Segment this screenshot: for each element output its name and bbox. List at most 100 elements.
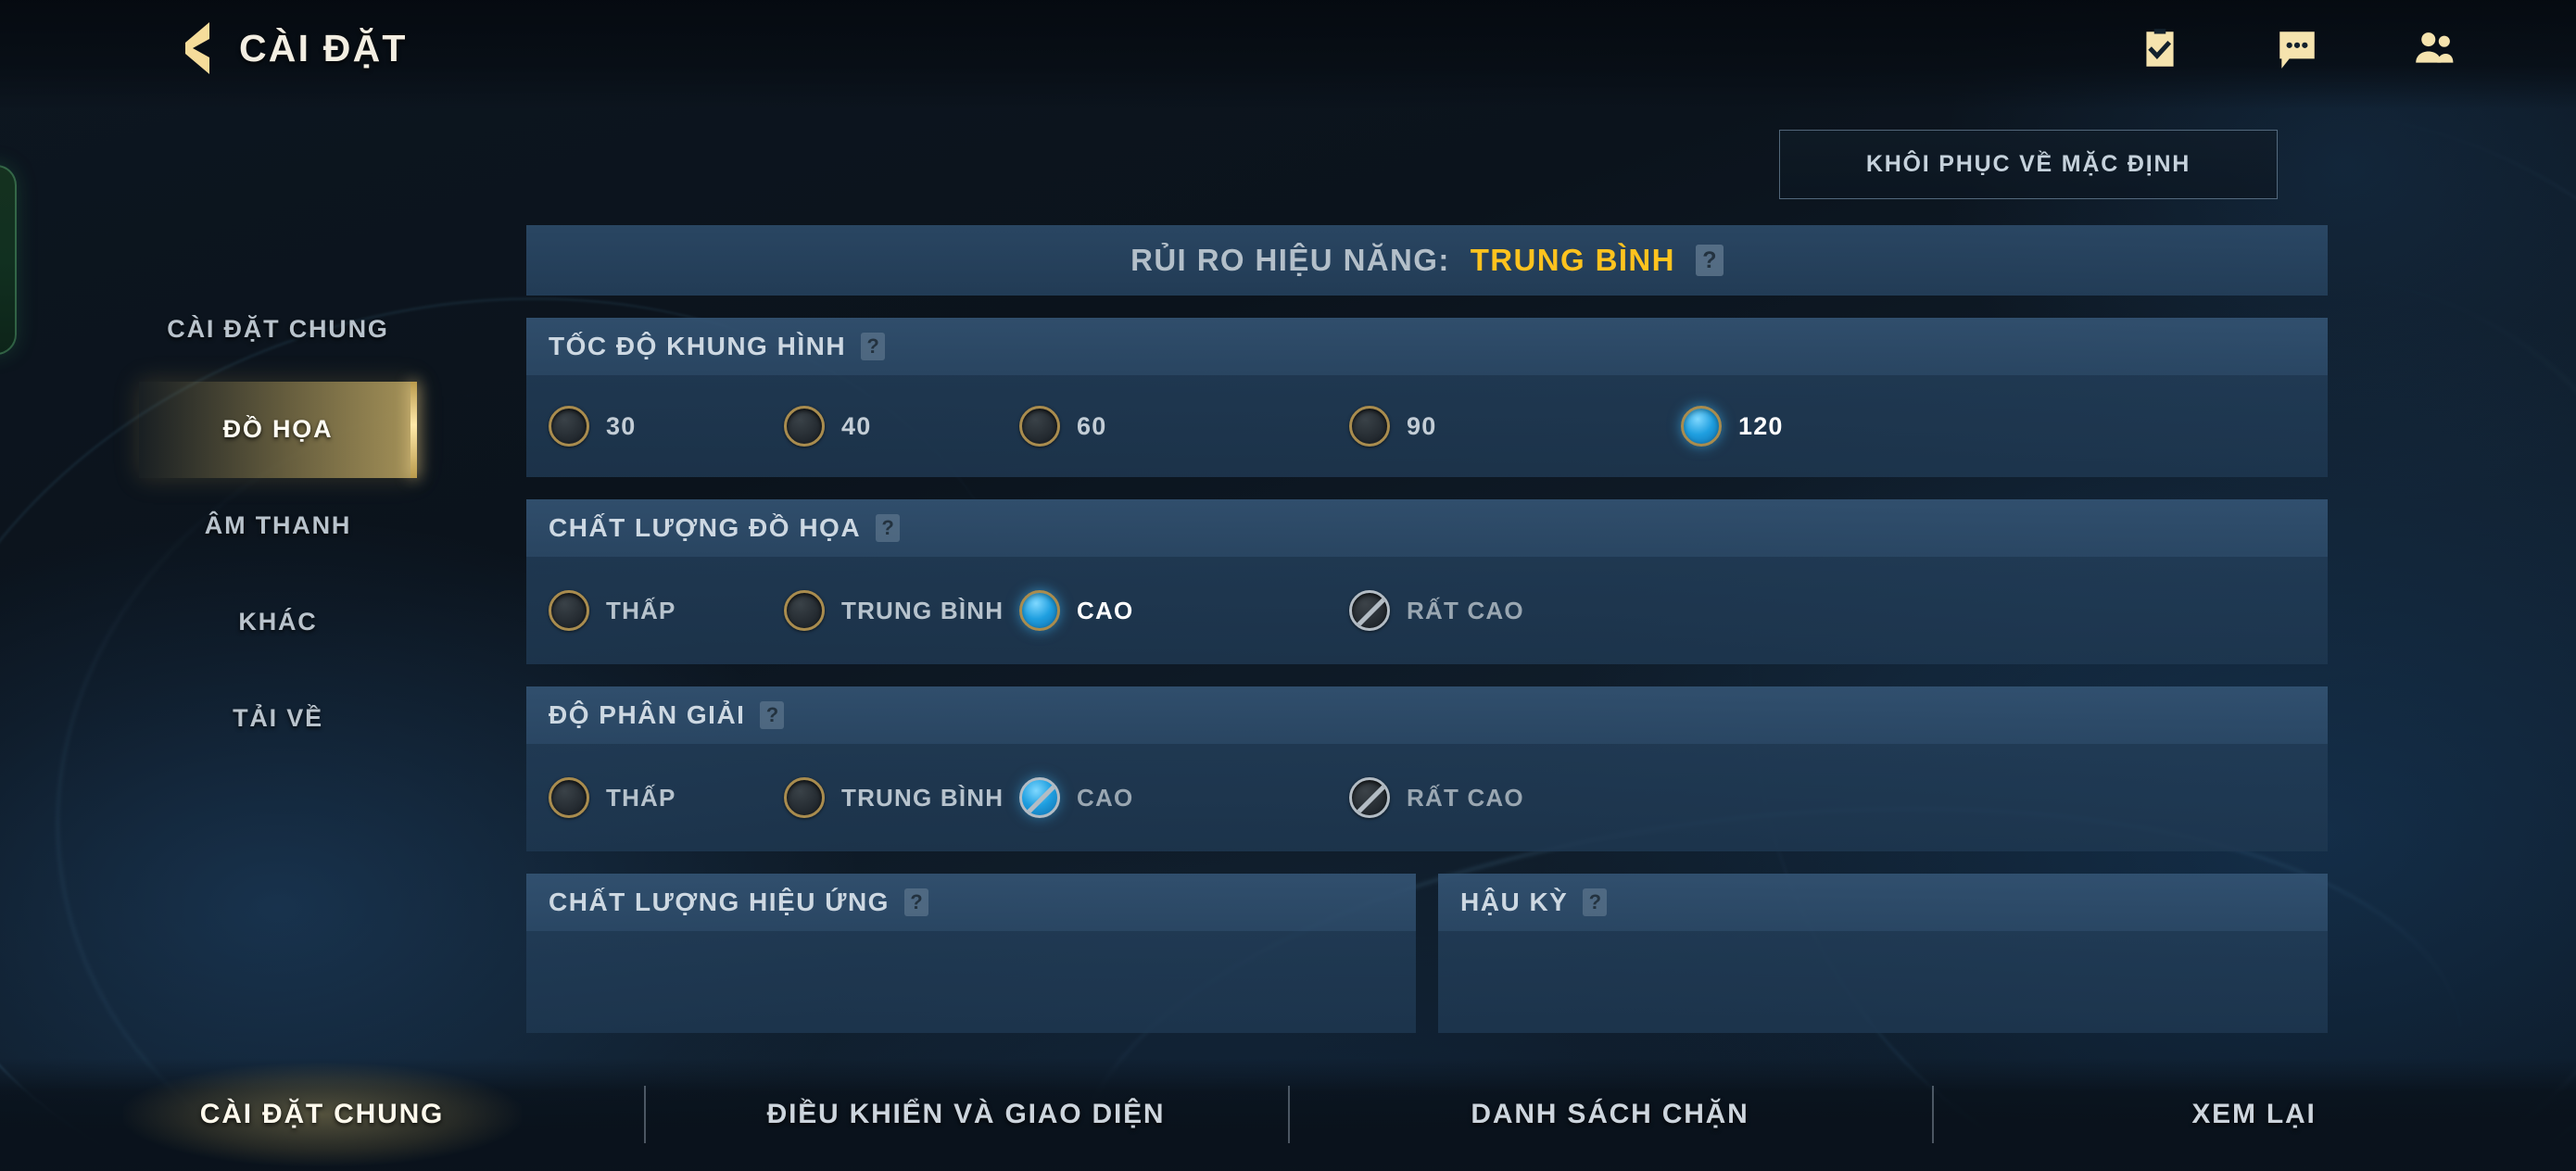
risk-value: TRUNG BÌNH: [1470, 243, 1675, 277]
tab-controls-and-interface[interactable]: ĐIỀU KHIỂN VÀ GIAO DIỆN: [644, 1058, 1288, 1171]
settings-sidebar: CÀI ĐẶT CHUNG ĐỒ HỌA ÂM THANH KHÁC TẢI V…: [139, 278, 417, 767]
option-quality-high[interactable]: CAO: [1019, 590, 1349, 631]
option-label: RẤT CAO: [1407, 783, 1524, 812]
radio-icon: [784, 777, 825, 818]
sidebar-item-general[interactable]: CÀI ĐẶT CHUNG: [139, 278, 417, 382]
bottom-tab-bar: CÀI ĐẶT CHUNG ĐIỀU KHIỂN VÀ GIAO DIỆN DA…: [0, 1058, 2576, 1171]
page-title: CÀI ĐẶT: [239, 26, 408, 69]
tab-replay[interactable]: XEM LẠI: [1932, 1058, 2576, 1171]
help-icon[interactable]: ?: [1583, 888, 1608, 916]
mission-clipboard-icon[interactable]: [2137, 26, 2183, 72]
tab-label: XEM LẠI: [2191, 1099, 2317, 1129]
option-label: 30: [606, 411, 637, 440]
sidebar-item-audio[interactable]: ÂM THANH: [139, 478, 417, 574]
option-resolution-low[interactable]: THẤP: [549, 777, 784, 818]
graphics-settings-panel: RỦI RO HIỆU NĂNG: TRUNG BÌNH ? TỐC ĐỘ KH…: [526, 225, 2328, 1059]
help-icon[interactable]: ?: [876, 514, 901, 542]
option-label: THẤP: [606, 596, 676, 624]
section-options: [526, 931, 1416, 1033]
section-options: [1438, 931, 2328, 1033]
radio-icon: [549, 590, 589, 631]
section-graphics-quality: CHẤT LƯỢNG ĐỒ HỌA ? THẤP TRUNG BÌNH CAO: [526, 499, 2328, 664]
option-framerate-40[interactable]: 40: [784, 406, 1019, 447]
section-title: CHẤT LƯỢNG ĐỒ HỌA: [549, 513, 862, 542]
radio-icon-disabled: [1349, 590, 1390, 631]
option-label: RẤT CAO: [1407, 596, 1524, 624]
section-title: HẬU KỲ: [1460, 888, 1569, 916]
radio-icon: [784, 406, 825, 447]
section-header: ĐỘ PHÂN GIẢI ?: [526, 686, 2328, 744]
section-resolution: ĐỘ PHÂN GIẢI ? THẤP TRUNG BÌNH CAO RẤT C…: [526, 686, 2328, 851]
option-resolution-high[interactable]: CAO: [1019, 777, 1349, 818]
radio-icon-selected-disabled: [1019, 777, 1060, 818]
option-label: THẤP: [606, 783, 676, 812]
section-title: TỐC ĐỘ KHUNG HÌNH: [549, 332, 847, 360]
section-header: HẬU KỲ ?: [1438, 874, 2328, 931]
option-resolution-medium[interactable]: TRUNG BÌNH: [784, 777, 1019, 818]
option-quality-low[interactable]: THẤP: [549, 590, 784, 631]
chat-bubble-icon[interactable]: [2274, 26, 2320, 72]
tab-label: CÀI ĐẶT CHUNG: [199, 1099, 445, 1129]
section-header: CHẤT LƯỢNG HIỆU ỨNG ?: [526, 874, 1416, 931]
option-resolution-very-high[interactable]: RẤT CAO: [1349, 777, 1524, 818]
sidebar-item-download[interactable]: TẢI VỀ: [139, 671, 417, 767]
tab-label: DANH SÁCH CHẶN: [1471, 1099, 1749, 1129]
sidebar-item-label: ĐỒ HỌA: [222, 415, 334, 444]
section-title: ĐỘ PHÂN GIẢI: [549, 700, 746, 729]
sidebar-item-label: TẢI VỀ: [233, 704, 323, 733]
option-label: TRUNG BÌNH: [841, 596, 1004, 624]
header-icon-group: [2137, 26, 2457, 72]
option-label: 120: [1738, 411, 1784, 440]
section-post-processing: HẬU KỲ ?: [1438, 874, 2328, 1033]
option-label: 60: [1077, 411, 1107, 440]
section-header: CHẤT LƯỢNG ĐỒ HỌA ?: [526, 499, 2328, 557]
help-icon[interactable]: ?: [760, 701, 785, 729]
section-header: TỐC ĐỘ KHUNG HÌNH ?: [526, 318, 2328, 375]
section-options: THẤP TRUNG BÌNH CAO RẤT CAO: [526, 557, 2328, 664]
settings-screen: CÀI ĐẶT KHÔI PHỤC VỀ MẶC ĐỊNH CÀI ĐẶT CH…: [0, 0, 2576, 1171]
radio-icon: [1019, 406, 1060, 447]
radio-icon: [784, 590, 825, 631]
back-chevron-icon: [185, 22, 209, 74]
sidebar-item-label: KHÁC: [238, 608, 318, 636]
side-flyout-tab[interactable]: [0, 165, 17, 355]
option-quality-medium[interactable]: TRUNG BÌNH: [784, 590, 1019, 631]
option-framerate-30[interactable]: 30: [549, 406, 784, 447]
option-label: 40: [841, 411, 872, 440]
option-label: CAO: [1077, 596, 1134, 624]
radio-icon: [549, 406, 589, 447]
sidebar-item-label: ÂM THANH: [204, 511, 352, 540]
section-options: THẤP TRUNG BÌNH CAO RẤT CAO: [526, 744, 2328, 851]
tab-label: ĐIỀU KHIỂN VÀ GIAO DIỆN: [766, 1099, 1166, 1129]
radio-icon: [549, 777, 589, 818]
option-label: TRUNG BÌNH: [841, 783, 1004, 812]
back-button[interactable]: CÀI ĐẶT: [182, 20, 408, 76]
section-effect-quality: CHẤT LƯỢNG HIỆU ỨNG ?: [526, 874, 1416, 1033]
sidebar-item-label: CÀI ĐẶT CHUNG: [167, 315, 389, 344]
option-label: CAO: [1077, 783, 1134, 812]
radio-icon-selected: [1681, 406, 1722, 447]
partial-section-row: CHẤT LƯỢNG HIỆU ỨNG ? HẬU KỲ ?: [526, 874, 2328, 1033]
radio-icon: [1349, 406, 1390, 447]
radio-icon-selected: [1019, 590, 1060, 631]
sidebar-item-other[interactable]: KHÁC: [139, 574, 417, 671]
help-icon[interactable]: ?: [861, 333, 886, 360]
section-title: CHẤT LƯỢNG HIỆU ỨNG: [549, 888, 890, 916]
option-label: 90: [1407, 411, 1437, 440]
sidebar-item-graphics[interactable]: ĐỒ HỌA: [139, 382, 417, 478]
performance-risk-banner: RỦI RO HIỆU NĂNG: TRUNG BÌNH ?: [526, 225, 2328, 296]
option-framerate-120[interactable]: 120: [1681, 406, 1784, 447]
option-framerate-60[interactable]: 60: [1019, 406, 1349, 447]
help-icon[interactable]: ?: [903, 888, 928, 916]
app-header: CÀI ĐẶT: [0, 0, 2576, 109]
risk-label: RỦI RO HIỆU NĂNG:: [1130, 243, 1450, 277]
help-icon[interactable]: ?: [1695, 245, 1724, 276]
tab-general-settings[interactable]: CÀI ĐẶT CHUNG: [0, 1058, 644, 1171]
radio-icon-disabled: [1349, 777, 1390, 818]
option-framerate-90[interactable]: 90: [1349, 406, 1681, 447]
option-quality-very-high[interactable]: RẤT CAO: [1349, 590, 1524, 631]
friends-people-icon[interactable]: [2411, 26, 2457, 72]
section-framerate: TỐC ĐỘ KHUNG HÌNH ? 30 40 60 90 120: [526, 318, 2328, 477]
tab-block-list[interactable]: DANH SÁCH CHẶN: [1288, 1058, 1932, 1171]
restore-defaults-button[interactable]: KHÔI PHỤC VỀ MẶC ĐỊNH: [1779, 130, 2278, 199]
